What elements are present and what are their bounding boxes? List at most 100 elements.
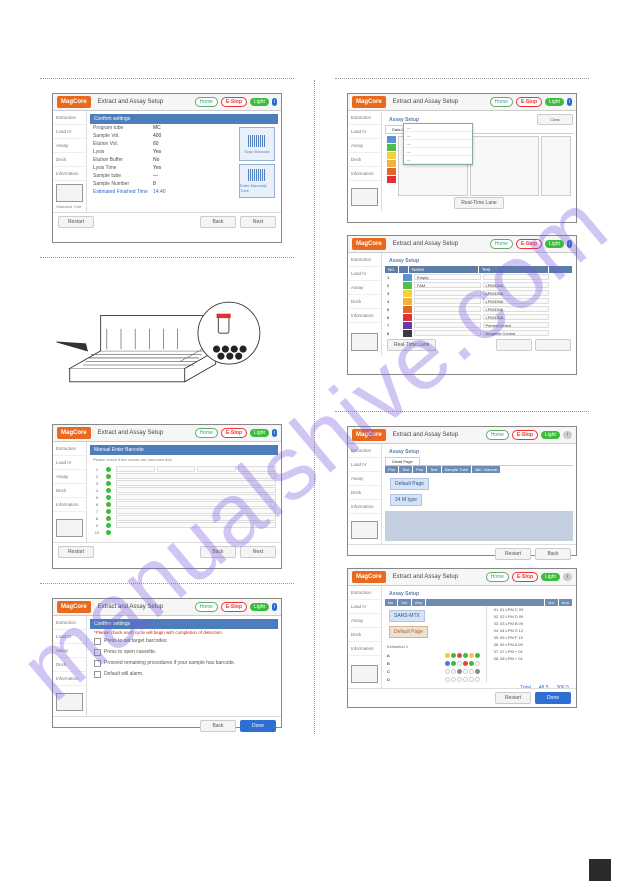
- table-row[interactable]: 3LPM/DNA: [385, 289, 573, 297]
- well-icon[interactable]: [451, 653, 456, 658]
- back-button[interactable]: Back: [200, 216, 236, 228]
- color-swatch[interactable]: [387, 152, 396, 159]
- well-icon[interactable]: [457, 677, 462, 682]
- checkbox-icon[interactable]: [94, 638, 101, 645]
- info-chip[interactable]: i: [563, 431, 572, 439]
- restart-button[interactable]: Restart: [58, 546, 94, 558]
- estop-chip[interactable]: E-Stop: [221, 428, 247, 438]
- checklist-item[interactable]: Press to set target barcodes.: [90, 636, 278, 647]
- home-chip[interactable]: Home: [490, 239, 513, 249]
- table-row[interactable]: 2FAMLPM/DNA: [385, 281, 573, 289]
- done-button[interactable]: Done: [240, 720, 276, 732]
- home-chip[interactable]: Home: [490, 97, 513, 107]
- well-icon[interactable]: [475, 653, 480, 658]
- well-icon[interactable]: [469, 677, 474, 682]
- light-chip[interactable]: Light: [250, 98, 269, 106]
- light-chip[interactable]: Light: [545, 98, 564, 106]
- chip-type[interactable]: 24 M type: [390, 494, 422, 506]
- table-row[interactable]: 8Negative Control: [385, 329, 573, 337]
- table-row[interactable]: 4LPM/DNA: [385, 297, 573, 305]
- done-button[interactable]: Done: [535, 692, 571, 704]
- well-icon[interactable]: [451, 669, 456, 674]
- scan-barcode-button[interactable]: Scan Barcode: [239, 127, 275, 161]
- color-swatch[interactable]: [387, 136, 396, 143]
- light-chip[interactable]: Light: [541, 573, 560, 581]
- checkbox-icon[interactable]: [94, 671, 101, 678]
- well-icon[interactable]: [475, 669, 480, 674]
- info-chip[interactable]: i: [272, 429, 277, 437]
- light-chip[interactable]: Light: [250, 603, 269, 611]
- well-icon[interactable]: [469, 661, 474, 666]
- sidebar-item[interactable]: Information: [53, 167, 86, 181]
- info-chip[interactable]: i: [272, 603, 277, 611]
- sidebar-item[interactable]: Extraction: [53, 111, 86, 125]
- well-icon[interactable]: [475, 661, 480, 666]
- well-icon[interactable]: [469, 653, 474, 658]
- checklist-item[interactable]: Press to open cassette.: [90, 647, 278, 658]
- estop-chip[interactable]: E-Stop: [516, 239, 542, 249]
- well-icon[interactable]: [463, 653, 468, 658]
- estop-chip[interactable]: E-Stop: [221, 602, 247, 612]
- restart-button[interactable]: Restart: [58, 216, 94, 228]
- back-button[interactable]: Back: [200, 546, 236, 558]
- back-button[interactable]: Back: [200, 720, 236, 732]
- clear-button[interactable]: Clear: [537, 114, 573, 125]
- table-row[interactable]: 1Empty: [385, 273, 573, 281]
- restart-button[interactable]: Restart: [495, 548, 531, 560]
- estop-chip[interactable]: E-Stop: [516, 97, 542, 107]
- well-icon[interactable]: [463, 661, 468, 666]
- well-icon[interactable]: [451, 661, 456, 666]
- well-icon[interactable]: [457, 653, 462, 658]
- color-swatch[interactable]: [387, 168, 396, 175]
- light-chip[interactable]: Light: [545, 240, 564, 248]
- home-chip[interactable]: Home: [195, 97, 218, 107]
- home-chip[interactable]: Home: [486, 430, 509, 440]
- well-icon[interactable]: [445, 669, 450, 674]
- home-chip[interactable]: Home: [195, 602, 218, 612]
- assay-name[interactable]: SARS-MTX: [389, 610, 425, 622]
- tab-detail[interactable]: Detail Page: [385, 457, 420, 465]
- well-icon[interactable]: [469, 669, 474, 674]
- sidebar-item[interactable]: Assay: [53, 139, 86, 153]
- estop-chip[interactable]: E-Stop: [221, 97, 247, 107]
- well-icon[interactable]: [451, 677, 456, 682]
- well-icon[interactable]: [445, 661, 450, 666]
- table-row[interactable]: 5LPM/DNA: [385, 305, 573, 313]
- color-swatch[interactable]: [387, 160, 396, 167]
- color-swatch[interactable]: [387, 144, 396, 151]
- assay-type[interactable]: Default Page: [389, 626, 428, 638]
- info-chip[interactable]: i: [563, 573, 572, 581]
- checkbox-icon[interactable]: [94, 649, 101, 656]
- table-row[interactable]: 6LPM/DNA: [385, 313, 573, 321]
- well-icon[interactable]: [475, 677, 480, 682]
- light-chip[interactable]: Light: [541, 431, 560, 439]
- info-chip[interactable]: i: [272, 98, 277, 106]
- enter-manually-button[interactable]: Enter Manually Tube: [239, 164, 275, 198]
- realtime-lane-button[interactable]: Real-Time Lane: [454, 197, 503, 209]
- well-icon[interactable]: [445, 677, 450, 682]
- restart-button[interactable]: Restart: [495, 692, 531, 704]
- well-icon[interactable]: [445, 653, 450, 658]
- checkbox-icon[interactable]: [94, 660, 101, 667]
- checklist-item[interactable]: Default will alarm.: [90, 669, 278, 680]
- color-swatch[interactable]: [387, 176, 396, 183]
- chip-default[interactable]: Default Page: [390, 478, 429, 490]
- info-chip[interactable]: i: [567, 240, 572, 248]
- sidebar-item[interactable]: Load IV: [53, 125, 86, 139]
- next-button[interactable]: Next: [240, 546, 276, 558]
- checklist-item[interactable]: Proceed remaining procedures if your sam…: [90, 658, 278, 669]
- sidebar-item[interactable]: Deck: [53, 153, 86, 167]
- home-chip[interactable]: Home: [195, 428, 218, 438]
- back-button[interactable]: Back: [535, 548, 571, 560]
- well-icon[interactable]: [463, 677, 468, 682]
- home-chip[interactable]: Home: [486, 572, 509, 582]
- estop-chip[interactable]: E-Stop: [512, 430, 538, 440]
- table-row[interactable]: 7Primer/Control: [385, 321, 573, 329]
- info-chip[interactable]: i: [567, 98, 572, 106]
- estop-chip[interactable]: E-Stop: [512, 572, 538, 582]
- next-button[interactable]: Next: [240, 216, 276, 228]
- well-icon[interactable]: [457, 661, 462, 666]
- realtime-lane-button[interactable]: Real-Time Lane: [387, 339, 436, 351]
- well-icon[interactable]: [463, 669, 468, 674]
- light-chip[interactable]: Light: [250, 429, 269, 437]
